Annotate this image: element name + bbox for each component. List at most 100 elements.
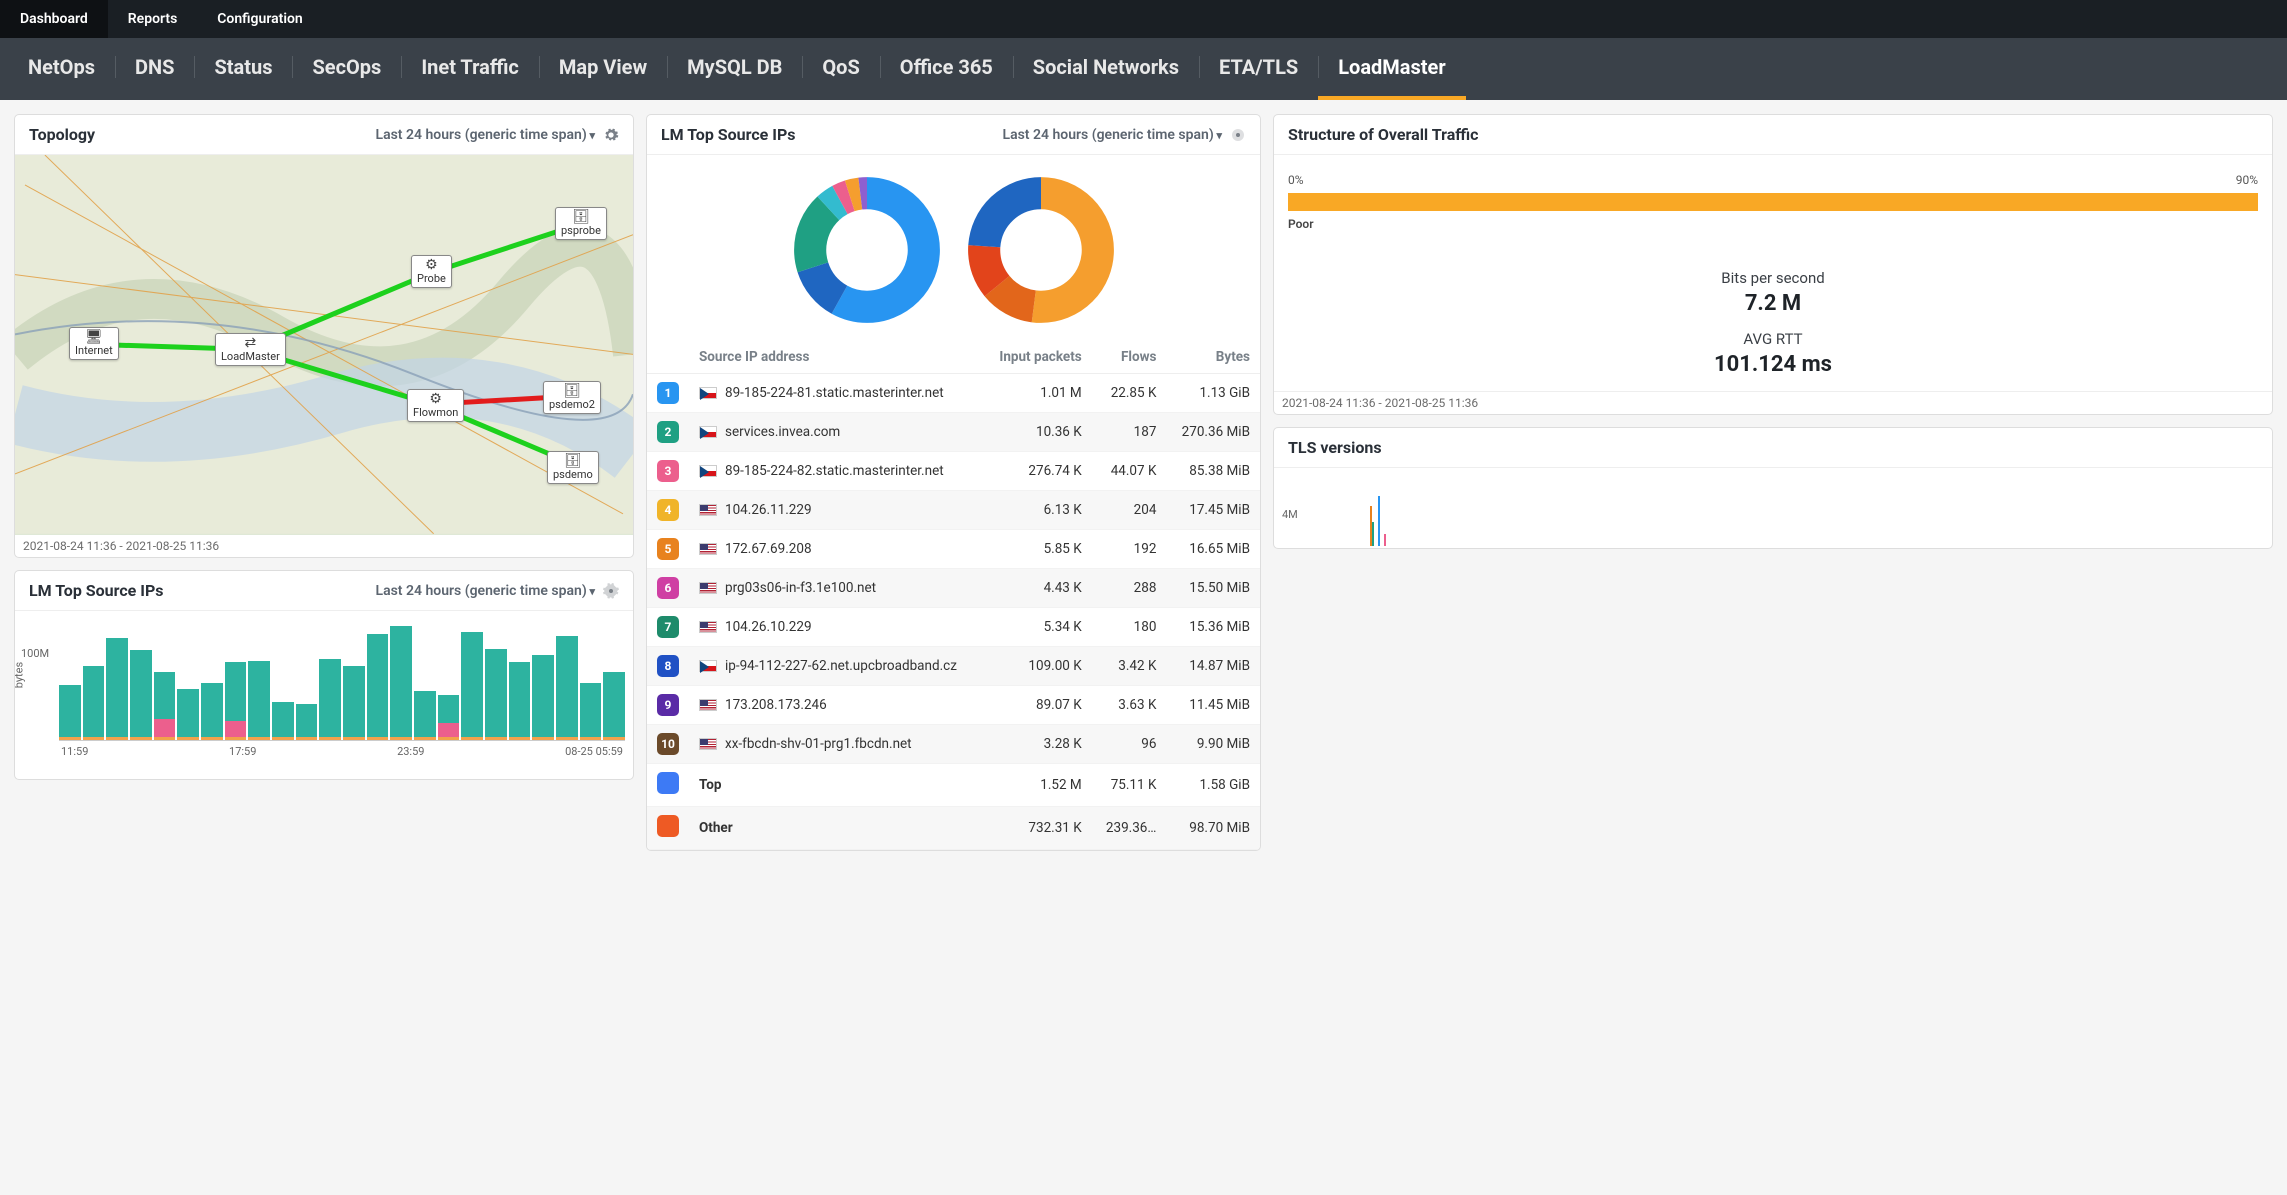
- table-row[interactable]: 10xx-fbcdn-shv-01-prg1.fbcdn.net3.28 K96…: [647, 725, 1260, 764]
- panel-title: TLS versions: [1288, 438, 1382, 457]
- bar[interactable]: [367, 634, 389, 740]
- cell-packets: 6.13 K: [983, 491, 1091, 530]
- bar[interactable]: [296, 704, 318, 740]
- rank-badge: 5: [657, 538, 679, 560]
- bar[interactable]: [461, 632, 483, 740]
- cell-packets: 732.31 K: [983, 807, 1091, 850]
- topology-timerange: 2021-08-24 11:36 - 2021-08-25 11:36: [15, 535, 633, 557]
- top-nav: DashboardReportsConfiguration: [0, 0, 2287, 38]
- top-nav-reports[interactable]: Reports: [108, 0, 198, 38]
- sip-bar-chart[interactable]: bytes 100M 11:5917:5923:5908-25 05:59: [15, 611, 633, 779]
- sip-donuts: [647, 155, 1260, 341]
- table-row[interactable]: 2services.invea.com10.36 K187270.36 MiB: [647, 413, 1260, 452]
- table-row[interactable]: 4104.26.11.2296.13 K20417.45 MiB: [647, 491, 1260, 530]
- cell-flows: 239.36…: [1092, 807, 1167, 850]
- source-ip: 104.26.11.229: [725, 502, 812, 518]
- source-ip: 104.26.10.229: [725, 619, 812, 635]
- bar[interactable]: [485, 649, 507, 740]
- col-source-ip[interactable]: Source IP address: [689, 341, 983, 374]
- panel-title: Structure of Overall Traffic: [1288, 125, 1478, 144]
- bar[interactable]: [509, 662, 531, 740]
- table-row[interactable]: 9173.208.173.24689.07 K3.63 K11.45 MiB: [647, 686, 1260, 725]
- topology-node-psdemo2[interactable]: 🗄psdemo2: [543, 381, 601, 414]
- source-ip: prg03s06-in-f3.1e100.net: [725, 580, 876, 596]
- col-bytes[interactable]: Bytes: [1166, 341, 1260, 374]
- donut-chart-a[interactable]: [792, 175, 942, 325]
- bar[interactable]: [130, 650, 152, 740]
- top-nav-dashboard[interactable]: Dashboard: [0, 0, 108, 38]
- cell-flows: 3.63 K: [1092, 686, 1167, 725]
- table-row[interactable]: 8ip-94-112-227-62.net.upcbroadband.cz109…: [647, 647, 1260, 686]
- tls-chart[interactable]: 4M: [1274, 468, 2272, 548]
- sub-nav-status[interactable]: Status: [194, 38, 292, 96]
- sub-nav-office-365[interactable]: Office 365: [880, 38, 1013, 96]
- stat-label: AVG RTT: [1288, 330, 2258, 348]
- panel-topology: Topology Last 24 hours (generic time spa…: [14, 114, 634, 558]
- topology-node-probe[interactable]: ⚙Probe: [411, 255, 452, 288]
- sub-nav-qos[interactable]: QoS: [802, 38, 879, 96]
- rank-badge: 6: [657, 577, 679, 599]
- bar[interactable]: [59, 685, 81, 740]
- sub-nav-map-view[interactable]: Map View: [539, 38, 667, 96]
- cell-bytes: 15.50 MiB: [1166, 569, 1260, 608]
- table-row[interactable]: 7104.26.10.2295.34 K18015.36 MiB: [647, 608, 1260, 647]
- sub-nav-secops[interactable]: SecOps: [292, 38, 401, 96]
- bar[interactable]: [414, 691, 436, 740]
- bar[interactable]: [154, 672, 176, 740]
- time-span-selector[interactable]: Last 24 hours (generic time span): [1003, 127, 1222, 143]
- panel-sip-chart: LM Top Source IPs Last 24 hours (generic…: [14, 570, 634, 780]
- time-span-selector[interactable]: Last 24 hours (generic time span): [376, 583, 595, 599]
- sub-nav-eta-tls[interactable]: ETA/TLS: [1199, 38, 1318, 96]
- bar[interactable]: [248, 661, 270, 740]
- gear-icon[interactable]: [603, 127, 619, 143]
- bar[interactable]: [390, 626, 412, 740]
- bar[interactable]: [603, 672, 625, 740]
- bar[interactable]: [177, 689, 199, 740]
- gear-icon[interactable]: [603, 583, 619, 599]
- cell-bytes: 17.45 MiB: [1166, 491, 1260, 530]
- table-row[interactable]: 189-185-224-81.static.masterinter.net1.0…: [647, 374, 1260, 413]
- bar[interactable]: [201, 683, 223, 740]
- top-nav-configuration[interactable]: Configuration: [197, 0, 322, 38]
- bar[interactable]: [556, 636, 578, 740]
- bar[interactable]: [343, 666, 365, 740]
- donut-chart-b[interactable]: [966, 175, 1116, 325]
- table-row[interactable]: 5172.67.69.2085.85 K19216.65 MiB: [647, 530, 1260, 569]
- col-flows[interactable]: Flows: [1092, 341, 1167, 374]
- topology-node-psprobe[interactable]: 🗄psprobe: [555, 207, 607, 240]
- sub-nav-loadmaster[interactable]: LoadMaster: [1318, 38, 1465, 96]
- chart-ytick: 100M: [21, 647, 49, 660]
- cell-bytes: 85.38 MiB: [1166, 452, 1260, 491]
- bar[interactable]: [272, 702, 294, 740]
- time-span-selector[interactable]: Last 24 hours (generic time span): [376, 127, 595, 143]
- bar[interactable]: [225, 662, 247, 740]
- cell-flows: 22.85 K: [1092, 374, 1167, 413]
- bar[interactable]: [438, 695, 460, 740]
- flag-icon: [699, 426, 717, 438]
- bar[interactable]: [106, 638, 128, 740]
- sub-nav-netops[interactable]: NetOps: [8, 38, 115, 96]
- sub-nav-dns[interactable]: DNS: [115, 38, 194, 96]
- scale-max: 90%: [2236, 173, 2258, 187]
- topology-node-flowmon[interactable]: ⚙Flowmon: [407, 389, 464, 422]
- bar[interactable]: [83, 666, 105, 740]
- tls-ytick: 4M: [1282, 508, 1298, 521]
- bar[interactable]: [532, 655, 554, 740]
- table-row[interactable]: 389-185-224-82.static.masterinter.net276…: [647, 452, 1260, 491]
- topology-node-internet[interactable]: 🖥Internet: [69, 327, 119, 360]
- sub-nav-social-networks[interactable]: Social Networks: [1013, 38, 1199, 96]
- topology-node-psdemo[interactable]: 🗄psdemo: [547, 451, 599, 484]
- topology-node-loadmaster[interactable]: ⇄LoadMaster: [215, 333, 286, 366]
- table-total-row[interactable]: Other732.31 K239.36…98.70 MiB: [647, 807, 1260, 850]
- bar[interactable]: [319, 659, 341, 740]
- table-row[interactable]: 6prg03s06-in-f3.1e100.net4.43 K28815.50 …: [647, 569, 1260, 608]
- bar[interactable]: [580, 683, 602, 740]
- table-total-row[interactable]: Top1.52 M75.11 K1.58 GiB: [647, 764, 1260, 807]
- source-ip: 89-185-224-81.static.masterinter.net: [725, 385, 944, 401]
- source-ip: ip-94-112-227-62.net.upcbroadband.cz: [725, 658, 957, 674]
- sub-nav-mysql-db[interactable]: MySQL DB: [667, 38, 802, 96]
- sub-nav-inet-traffic[interactable]: Inet Traffic: [401, 38, 539, 96]
- topology-map[interactable]: 🖥Internet ⇄LoadMaster ⚙Probe ⚙Flowmon 🗄p…: [15, 155, 633, 535]
- gear-icon[interactable]: [1230, 127, 1246, 143]
- col-packets[interactable]: Input packets: [983, 341, 1091, 374]
